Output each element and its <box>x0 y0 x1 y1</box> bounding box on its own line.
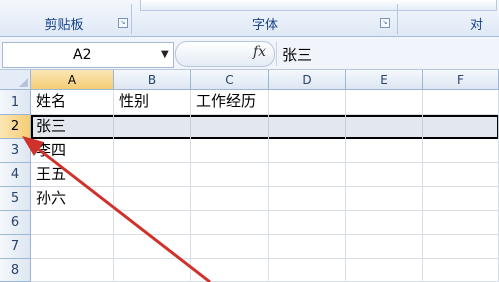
cell-a2[interactable]: 张三 <box>31 115 114 139</box>
clipboard-dialog-launcher-icon[interactable]: ↘ <box>118 18 128 28</box>
chevron-down-icon[interactable]: ▼ <box>161 49 169 60</box>
ribbon-separator <box>131 4 132 34</box>
ribbon-group-alignment-label: 对 <box>470 17 484 33</box>
ribbon-separator <box>397 4 398 34</box>
cell-d2[interactable] <box>269 115 346 139</box>
name-box-value: A2 <box>73 47 92 63</box>
insert-function-icon[interactable]: fx <box>253 44 266 60</box>
arrow-head-icon <box>22 136 44 156</box>
name-box[interactable]: A2 ▼ <box>2 42 174 68</box>
annotation-arrow <box>22 136 211 282</box>
ribbon-group-clipboard-label: 剪贴板 <box>44 17 84 33</box>
cell-c2[interactable] <box>191 115 269 139</box>
font-dialog-launcher-icon[interactable]: ↘ <box>380 18 390 28</box>
ribbon-group-font-label: 字体 <box>251 17 278 33</box>
formula-input[interactable]: 张三 <box>282 42 499 66</box>
cell-b2[interactable] <box>114 115 191 139</box>
formula-separator <box>276 42 277 66</box>
ribbon: 剪贴板 ↘ 字体 ↘ 对 <box>0 0 499 37</box>
cell-f2[interactable] <box>423 115 499 139</box>
cell-e2[interactable] <box>346 115 423 139</box>
arrow-shaft <box>32 143 211 282</box>
spreadsheet-grid[interactable]: A B C D E F 1 2 3 4 5 6 7 8 姓名 张三 李四 王五 孙六 性别… <box>0 70 499 282</box>
ribbon-controls-edge <box>140 0 497 11</box>
